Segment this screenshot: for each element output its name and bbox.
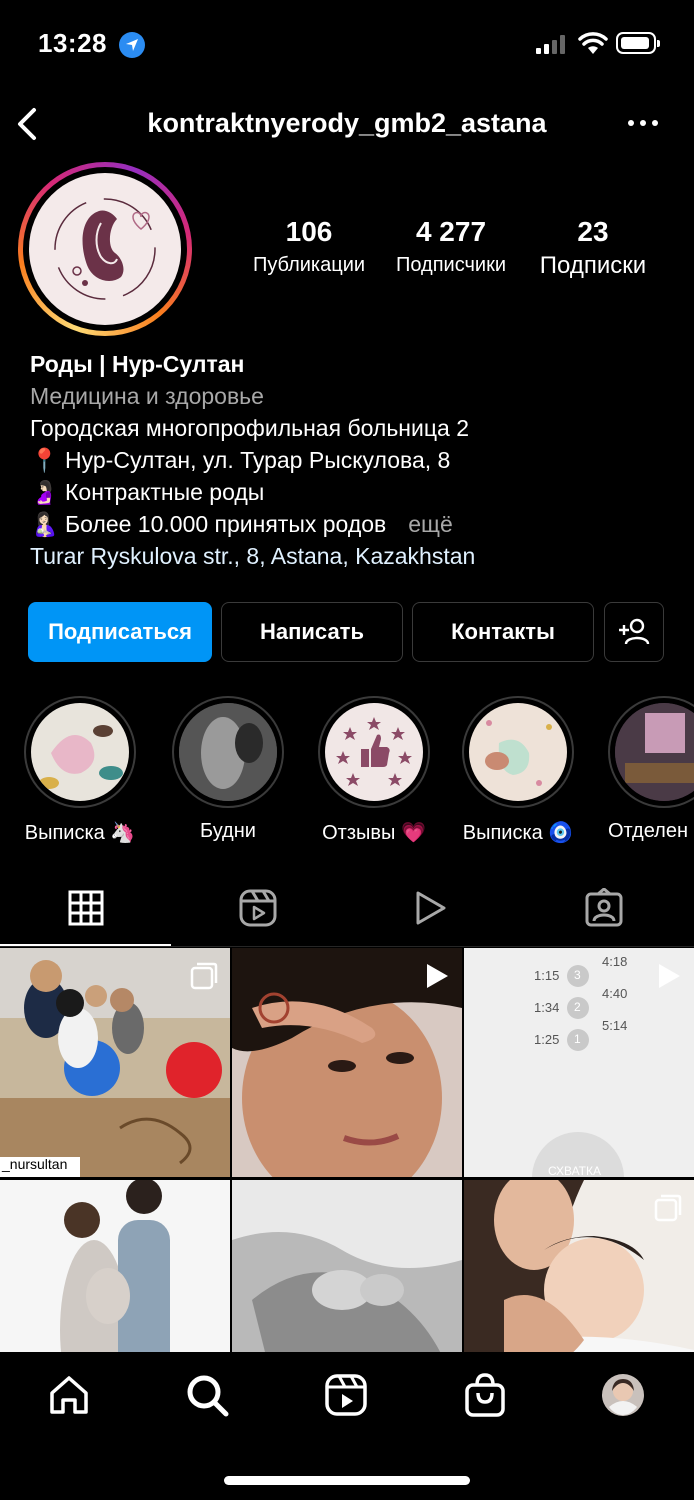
- status-time: 13:28: [38, 28, 107, 58]
- highlight-label: Отзывы 💗: [322, 822, 426, 844]
- bio-line: 📍 Нур-Султан, ул. Турар Рыскулова, 8: [30, 447, 451, 473]
- highlight-label: Выписка 🦄: [24, 822, 136, 844]
- tab-videos[interactable]: [410, 884, 450, 932]
- highlight-item[interactable]: Отзывы 💗: [316, 696, 432, 845]
- nav-profile[interactable]: [600, 1372, 646, 1418]
- multiple-photos-icon: [654, 1194, 682, 1227]
- search-icon: [187, 1375, 229, 1417]
- profile-address-link[interactable]: Turar Ryskulova str., 8, Astana, Kazakhs…: [30, 540, 670, 572]
- highlight-item[interactable]: Выписка 🦄: [22, 696, 138, 845]
- more-options-button[interactable]: [626, 110, 660, 136]
- profile-avatar[interactable]: [18, 162, 192, 336]
- location-arrow-icon: [119, 32, 145, 58]
- profile-bio: Роды | Нур-Султан Медицина и здоровье Го…: [30, 348, 670, 572]
- grid-icon: [68, 890, 104, 926]
- bio-line: 🤱🏻 Более 10.000 принятых родов: [30, 511, 387, 537]
- contraction-time: 1:15: [534, 968, 560, 983]
- highlight-label: Отделен: [608, 820, 689, 842]
- post-thumbnail[interactable]: _nursultan: [0, 948, 230, 1177]
- reels-icon: [239, 889, 277, 927]
- nav-shop[interactable]: [462, 1372, 508, 1418]
- posts-count[interactable]: 106 Публикации: [244, 216, 374, 277]
- bio-more-link[interactable]: ещё: [408, 511, 453, 537]
- posts-count-value: 106: [285, 216, 333, 247]
- home-indicator: [224, 1476, 470, 1485]
- highlight-item[interactable]: Будни: [170, 696, 286, 843]
- multiple-photos-icon: [190, 962, 218, 995]
- following-count-label: Подписки: [539, 252, 647, 279]
- contraction-number: 2: [574, 1000, 581, 1014]
- play-icon: [416, 891, 446, 925]
- bio-line: Городская многопрофильная больница 2: [30, 415, 469, 441]
- nav-search[interactable]: [184, 1372, 230, 1418]
- profile-display-name: Роды | Нур-Султан: [30, 351, 245, 377]
- reel-play-icon: [654, 962, 682, 995]
- contraction-button-label: СХВАТКА: [548, 1164, 601, 1177]
- profile-avatar-icon: [602, 1374, 644, 1416]
- contraction-time: 1:25: [534, 1032, 560, 1047]
- tab-tagged[interactable]: [584, 884, 624, 932]
- logo-image: [29, 173, 181, 325]
- reel-play-icon: [422, 962, 450, 995]
- contraction-time: 1:34: [534, 1000, 560, 1015]
- tab-divider: [0, 946, 694, 947]
- posts-count-label: Публикации: [252, 254, 366, 276]
- contraction-duration: 5:14: [602, 1018, 628, 1033]
- followers-count-label: Подписчики: [395, 254, 507, 276]
- highlight-item[interactable]: Выписка 🧿: [460, 696, 576, 845]
- contraction-duration: 4:18: [602, 954, 628, 969]
- contraction-number: 3: [574, 968, 581, 982]
- home-icon: [50, 1376, 88, 1414]
- followers-count-value: 4 277: [415, 216, 487, 247]
- wifi-icon: [578, 32, 608, 61]
- tab-grid-posts[interactable]: [66, 884, 106, 932]
- following-count[interactable]: 23 Подписки: [528, 216, 658, 280]
- highlight-item[interactable]: Отделен: [604, 696, 694, 843]
- following-count-value: 23: [577, 216, 609, 247]
- nav-reels[interactable]: [323, 1372, 369, 1418]
- suggested-users-button[interactable]: [604, 602, 664, 662]
- post-caption-overlay: _nursultan: [2, 1156, 68, 1172]
- reels-icon: [325, 1374, 367, 1416]
- bio-line: 🤰🏻 Контрактные роды: [30, 479, 265, 505]
- tab-reels[interactable]: [238, 884, 278, 932]
- profile-username: kontraktnyerody_gmb2_astana: [147, 108, 547, 138]
- contraction-duration: 4:40: [602, 986, 628, 1001]
- followers-count[interactable]: 4 277 Подписчики: [386, 216, 516, 277]
- battery-icon: [616, 32, 660, 54]
- highlight-label: Выписка 🧿: [462, 822, 574, 844]
- profile-category: Медицина и здоровье: [30, 383, 264, 409]
- post-thumbnail[interactable]: 1:15 1:34 1:25 3 2 1 4:18 4:40 5:14 СХВА…: [464, 948, 694, 1177]
- follow-button[interactable]: Подписаться: [28, 602, 212, 662]
- shopping-bag-icon: [465, 1373, 505, 1417]
- add-person-icon: [619, 618, 650, 645]
- post-thumbnail[interactable]: [232, 948, 462, 1177]
- message-button[interactable]: Написать: [221, 602, 403, 662]
- nav-home[interactable]: [46, 1372, 92, 1418]
- tagged-user-icon: [585, 888, 623, 927]
- highlight-label: Будни: [200, 820, 256, 842]
- cellular-signal-icon: [536, 34, 568, 54]
- contacts-button[interactable]: Контакты: [412, 602, 594, 662]
- contraction-number: 1: [574, 1032, 581, 1046]
